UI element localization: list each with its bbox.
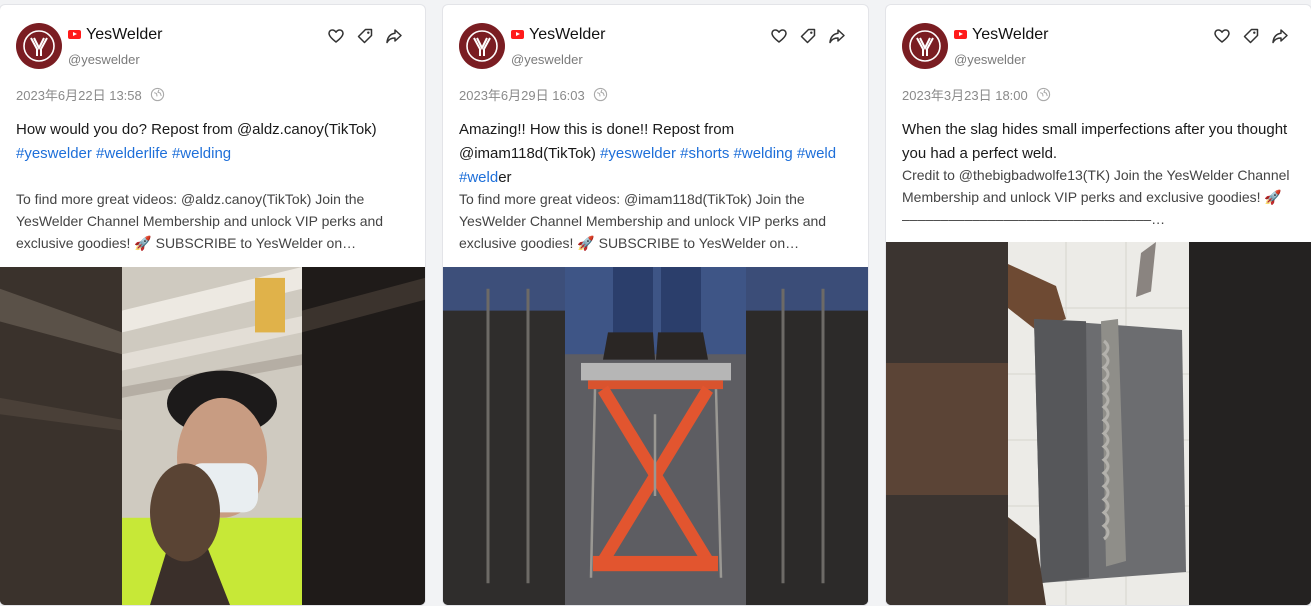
avatar[interactable] — [459, 23, 505, 69]
post-actions — [327, 27, 403, 45]
youtube-icon — [68, 30, 81, 39]
post-date: 2023年6月22日 13:58 — [16, 88, 142, 103]
tag-icon[interactable] — [356, 27, 374, 45]
post-header: YesWelder @yeswelder — [16, 23, 411, 71]
title-text: How would you do? Repost from @aldz.cano… — [16, 121, 377, 138]
share-icon[interactable] — [1271, 27, 1289, 45]
hashtag-link[interactable]: #shorts — [680, 145, 729, 162]
channel-handle: @yeswelder — [68, 52, 140, 67]
share-icon[interactable] — [828, 27, 846, 45]
youtube-icon — [511, 30, 524, 39]
channel-handle: @yeswelder — [511, 52, 583, 67]
globe-icon — [593, 87, 608, 102]
youtube-icon — [954, 30, 967, 39]
hashtag-link[interactable]: #yeswelder — [16, 145, 92, 162]
post-meta: 2023年3月23日 18:00 — [902, 85, 1051, 104]
avatar[interactable] — [16, 23, 62, 69]
avatar[interactable] — [902, 23, 948, 69]
post-meta: 2023年6月22日 13:58 — [16, 85, 165, 104]
tag-icon[interactable] — [799, 27, 817, 45]
post-date: 2023年6月29日 16:03 — [459, 88, 585, 103]
hashtag-link[interactable]: #weld — [459, 169, 498, 186]
heart-icon[interactable] — [770, 27, 788, 45]
post-description: To find more great videos: @aldz.canoy(T… — [16, 191, 384, 251]
channel-name[interactable]: YesWelder — [529, 26, 606, 44]
heart-icon[interactable] — [327, 27, 345, 45]
weld-bead-video-thumbnail[interactable] — [886, 242, 1311, 605]
post-header: YesWelder @yeswelder — [459, 23, 854, 71]
hashtag-link[interactable]: #welderlife — [96, 145, 168, 162]
post-actions — [1213, 27, 1289, 45]
post-title: Amazing!! How this is done!! Repost from… — [459, 118, 854, 190]
post-description: To find more great videos: @imam118d(Tik… — [459, 191, 827, 251]
post-meta: 2023年6月29日 16:03 — [459, 85, 608, 104]
heart-icon[interactable] — [1213, 27, 1231, 45]
post-date: 2023年3月23日 18:00 — [902, 88, 1028, 103]
channel-handle: @yeswelder — [954, 52, 1026, 67]
globe-icon — [1036, 87, 1051, 102]
post-feed: YesWelder @yeswelder 2023年6月22日 13:58 Ho… — [0, 0, 1311, 606]
yeswelder-logo — [466, 30, 498, 62]
chain-stool-video-thumbnail[interactable] — [443, 267, 868, 605]
post-header: YesWelder @yeswelder — [902, 23, 1297, 71]
hashtag-link[interactable]: #welding — [172, 145, 231, 162]
hashtag-link[interactable]: #welding — [734, 145, 793, 162]
yeswelder-logo — [909, 30, 941, 62]
post-actions — [770, 27, 846, 45]
post-card[interactable]: YesWelder @yeswelder 2023年6月22日 13:58 Ho… — [0, 4, 426, 606]
title-text: er — [498, 169, 512, 186]
hashtag-link[interactable]: #yeswelder — [600, 145, 676, 162]
post-description: Credit to @thebigbadwolfe13(TK) Join the… — [902, 167, 1290, 227]
yeswelder-logo — [23, 30, 55, 62]
globe-icon — [150, 87, 165, 102]
tag-icon[interactable] — [1242, 27, 1260, 45]
hashtag-link[interactable]: #weld — [797, 145, 836, 162]
post-title: When the slag hides small imperfections … — [902, 118, 1297, 166]
post-title: How would you do? Repost from @aldz.cano… — [16, 118, 411, 166]
post-card[interactable]: YesWelder @yeswelder 2023年3月23日 18:00 Wh… — [885, 4, 1311, 606]
share-icon[interactable] — [385, 27, 403, 45]
welder-selfie-video-thumbnail[interactable] — [0, 267, 425, 605]
channel-name[interactable]: YesWelder — [86, 26, 163, 44]
post-card[interactable]: YesWelder @yeswelder 2023年6月29日 16:03 Am… — [442, 4, 869, 606]
channel-name[interactable]: YesWelder — [972, 26, 1049, 44]
title-text: When the slag hides small imperfections … — [902, 121, 1288, 162]
